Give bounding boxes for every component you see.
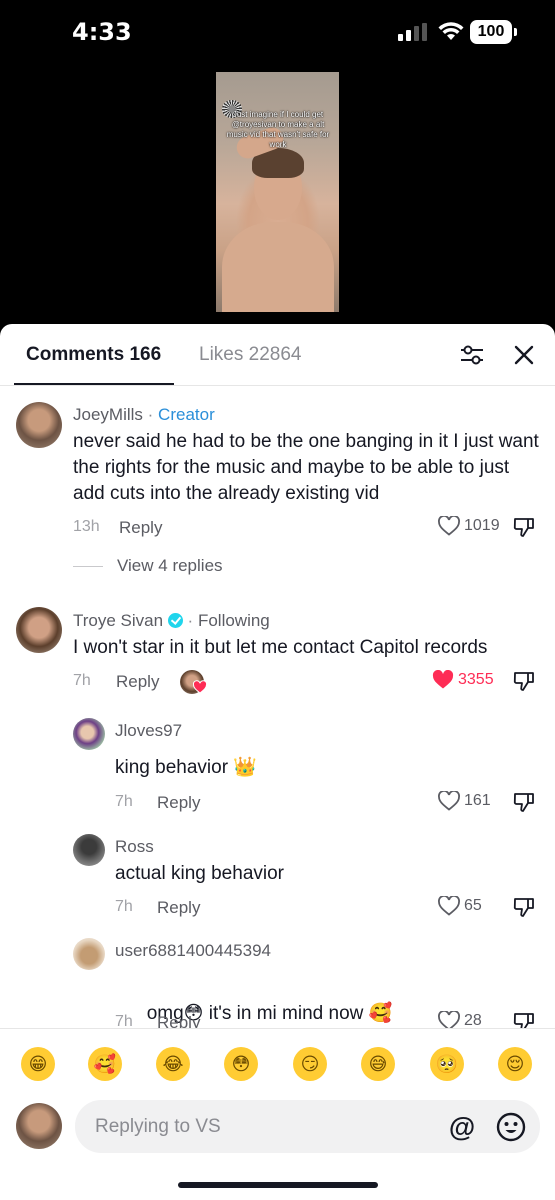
comment-author[interactable]: Ross xyxy=(115,837,154,857)
emoji-smiling-hearts[interactable]: 🥰 xyxy=(88,1047,122,1081)
avatar[interactable] xyxy=(16,607,62,653)
dislike-icon[interactable] xyxy=(513,670,535,692)
cellular-signal-icon xyxy=(398,23,427,41)
wifi-icon xyxy=(438,22,464,40)
comment-text: actual king behavior xyxy=(115,863,284,884)
emoji-smirk[interactable]: 😏 xyxy=(293,1047,327,1081)
like-count: 65 xyxy=(464,897,482,914)
avatar[interactable] xyxy=(73,718,105,750)
emoji-flushed[interactable]: 😳 xyxy=(224,1047,258,1081)
like-count: 3355 xyxy=(458,671,494,688)
heart-icon xyxy=(438,896,460,916)
home-indicator xyxy=(178,1182,378,1188)
close-icon[interactable] xyxy=(513,344,535,366)
emoji-picker-icon[interactable] xyxy=(495,1111,527,1143)
tab-comments[interactable]: Comments 166 xyxy=(26,344,161,366)
emoji-sweat-smile[interactable]: 😅 xyxy=(361,1047,395,1081)
verified-badge-icon xyxy=(167,613,183,628)
comments-sheet: Comments 166 Likes 22864 JoeyMills · Cre… xyxy=(0,324,555,1200)
comment-time: 7h xyxy=(73,672,91,689)
like-button[interactable]: 3355 xyxy=(432,670,494,690)
comment-time: 13h xyxy=(73,518,100,535)
comment-time: 7h xyxy=(115,793,133,810)
comment-text: never said he had to be the one banging … xyxy=(73,431,539,504)
comment-author[interactable]: Troye Sivan · Following xyxy=(73,611,270,631)
avatar[interactable] xyxy=(73,938,105,970)
like-button[interactable]: 65 xyxy=(438,896,482,916)
reply-button[interactable]: Reply xyxy=(116,672,159,692)
comment-text: king behavior 👑 xyxy=(115,756,257,778)
following-badge: Following xyxy=(197,611,270,630)
comment-time: 7h xyxy=(115,898,133,915)
like-count: 1019 xyxy=(464,517,500,534)
tab-likes[interactable]: Likes 22864 xyxy=(199,344,301,366)
comment-text: I won't star in it but let me contact Ca… xyxy=(73,637,488,658)
heart-icon xyxy=(438,516,460,536)
emoji-grin[interactable]: 😁 xyxy=(21,1047,55,1081)
clock: 4:33 xyxy=(72,18,132,46)
mention-button[interactable]: @ xyxy=(447,1112,477,1142)
comment-author[interactable]: JoeyMills · Creator xyxy=(73,405,215,425)
crown-emoji: 👑 xyxy=(233,756,257,778)
like-count: 161 xyxy=(464,792,491,809)
reply-button[interactable]: Reply xyxy=(157,898,200,918)
video-figure xyxy=(222,222,334,312)
video-caption: Just imagine if I could get @troyesivan … xyxy=(226,110,330,149)
comment-author[interactable]: Jloves97 xyxy=(115,721,182,741)
view-replies-button[interactable]: View 4 replies xyxy=(73,556,223,576)
video-preview[interactable]: Just imagine if I could get @troyesivan … xyxy=(216,72,339,312)
reply-button[interactable]: Reply xyxy=(119,518,162,538)
smiling-hearts-emoji: 🥰 xyxy=(368,1002,393,1024)
reply-input[interactable] xyxy=(95,1100,435,1153)
battery-indicator: 100 xyxy=(470,20,517,44)
heart-icon xyxy=(438,791,460,811)
avatar[interactable] xyxy=(73,834,105,866)
quick-emoji-bar: 😁 🥰 😂 😳 😏 😅 🥺 😌 xyxy=(0,1028,555,1100)
emoji-relieved[interactable]: 😌 xyxy=(498,1047,532,1081)
filter-icon[interactable] xyxy=(460,344,484,366)
dislike-icon[interactable] xyxy=(513,516,535,538)
emoji-tears-of-joy[interactable]: 😂 xyxy=(156,1047,190,1081)
like-button[interactable]: 161 xyxy=(438,791,491,811)
emoji-pleading[interactable]: 🥺 xyxy=(430,1047,464,1081)
comment-author[interactable]: user6881400445394 xyxy=(115,941,271,961)
tab-bar: Comments 166 Likes 22864 xyxy=(0,324,555,386)
active-tab-indicator xyxy=(14,383,174,385)
avatar[interactable] xyxy=(16,402,62,448)
creator-badge: Creator xyxy=(158,405,215,424)
my-avatar[interactable] xyxy=(16,1103,62,1149)
creator-liked-heart-icon xyxy=(193,680,207,694)
dislike-icon[interactable] xyxy=(513,791,535,813)
status-bar: 4:33 100 xyxy=(0,0,555,66)
dislike-icon[interactable] xyxy=(513,896,535,918)
like-button[interactable]: 1019 xyxy=(438,516,500,536)
reply-input-container: @ xyxy=(75,1100,540,1153)
comment-composer: @ xyxy=(0,1100,555,1200)
reply-button[interactable]: Reply xyxy=(157,793,200,813)
heart-filled-icon xyxy=(432,670,454,689)
